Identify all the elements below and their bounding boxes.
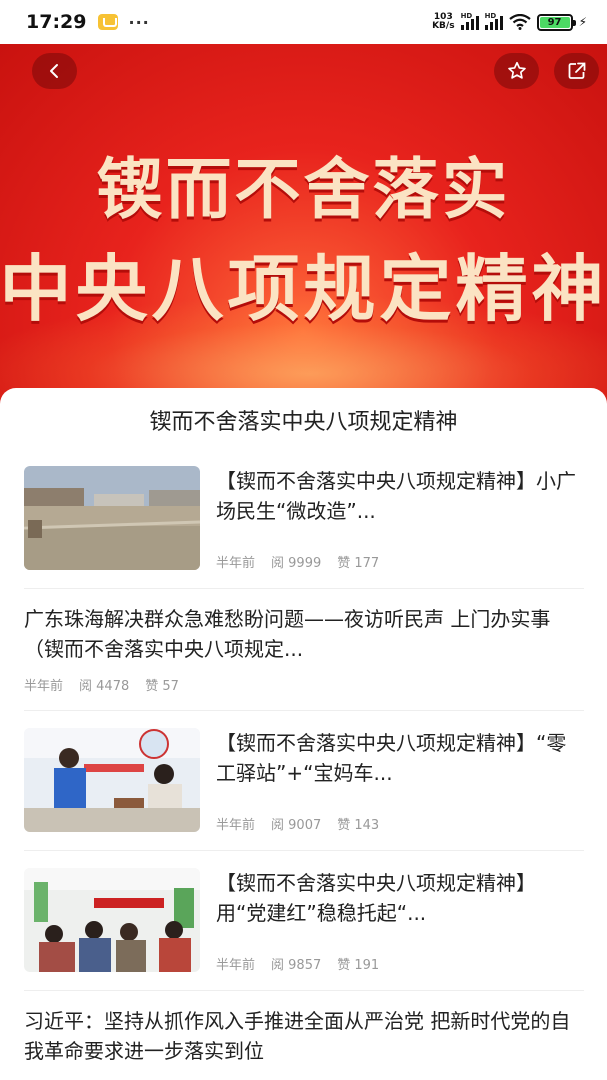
article-thumbnail [24,466,200,570]
article-title: 习近平：坚持从抓作风入手推进全面从严治党 把新时代党的自我革命要求进一步落实到位 [24,1009,571,1063]
share-icon [568,62,585,79]
article-meta: 半年前 阅 9007 赞 143 [216,814,379,833]
article-time: 半年前 [216,818,256,833]
battery-icon: 97 [536,13,576,31]
chevron-left-icon [49,64,58,78]
status-icons: 103 KB/s HD HD 97 ⚡ [432,12,587,31]
network-speed-unit: KB/s [432,21,455,31]
banner-title-line1: 锲而不舍落实 [96,151,511,228]
article-reads: 阅 4478 [79,679,130,694]
article-item[interactable]: 【锲而不舍落实中央八项规定精神】“零工驿站”+“宝妈车... 半年前 阅 900… [24,728,584,833]
article-likes: 赞 191 [337,958,380,973]
article-reads: 阅 9999 [271,556,322,571]
section-title: 锲而不舍落实中央八项规定精神 [149,410,458,435]
more-notifications-indicator: ··· [128,12,150,32]
article-thumbnail [24,728,200,832]
article-likes: 赞 177 [337,556,380,571]
share-button[interactable] [554,53,599,89]
article-title: 【锲而不舍落实中央八项规定精神】小广场民生“微改造”... [216,469,576,523]
favorite-button[interactable] [494,53,539,89]
back-button[interactable] [32,53,77,89]
star-icon [507,61,526,79]
article-likes: 赞 143 [337,818,380,833]
article-item[interactable]: 【锲而不舍落实中央八项规定精神】用“党建红”稳稳托起“... 半年前 阅 985… [24,868,584,973]
article-meta: 半年前 阅 4478 赞 57 [24,675,179,694]
article-reads: 阅 9857 [271,958,322,973]
article-title: 【锲而不舍落实中央八项规定精神】用“党建红”稳稳托起“... [216,871,536,925]
hd-label: HD [460,12,473,20]
network-speed: 103 KB/s [432,13,454,31]
article-reads: 阅 9007 [271,818,322,833]
divider [24,990,584,991]
article-time: 半年前 [24,679,64,694]
wifi-icon [508,14,531,30]
header-banner: 锲而不舍落实 中央八项规定精神 [0,44,607,404]
article-time: 半年前 [216,958,256,973]
status-time: 17:29 [26,11,87,33]
charging-icon: ⚡ [578,15,587,29]
divider [24,850,584,851]
article-time: 半年前 [216,556,256,571]
article-title: 【锲而不舍落实中央八项规定精神】“零工驿站”+“宝妈车... [216,731,567,785]
notification-app-icon [98,14,119,30]
hd-label: HD [484,12,497,20]
article-thumbnail [24,868,200,972]
article-likes: 赞 57 [145,679,179,694]
signal-icon: HD [484,12,503,30]
status-bar: 17:29 ··· 103 KB/s HD HD 97 ⚡ [0,0,607,44]
signal-icon: HD [460,12,479,30]
article-meta: 半年前 阅 9857 赞 191 [216,954,379,973]
article-item[interactable]: 【锲而不舍落实中央八项规定精神】小广场民生“微改造”... 半年前 阅 9999… [24,466,584,571]
article-title: 广东珠海解决群众急难愁盼问题——夜访听民声 上门办实事（锲而不舍落实中央八项规定… [24,607,551,661]
divider [24,588,584,589]
article-item[interactable]: 广东珠海解决群众急难愁盼问题——夜访听民声 上门办实事（锲而不舍落实中央八项规定… [24,604,584,694]
divider [24,710,584,711]
banner-title-line2: 中央八项规定精神 [0,247,607,331]
article-meta: 半年前 阅 9999 赞 177 [216,552,379,571]
battery-level: 97 [539,16,570,28]
article-item[interactable]: 习近平：坚持从抓作风入手推进全面从严治党 把新时代党的自我革命要求进一步落实到位 [24,1006,584,1080]
